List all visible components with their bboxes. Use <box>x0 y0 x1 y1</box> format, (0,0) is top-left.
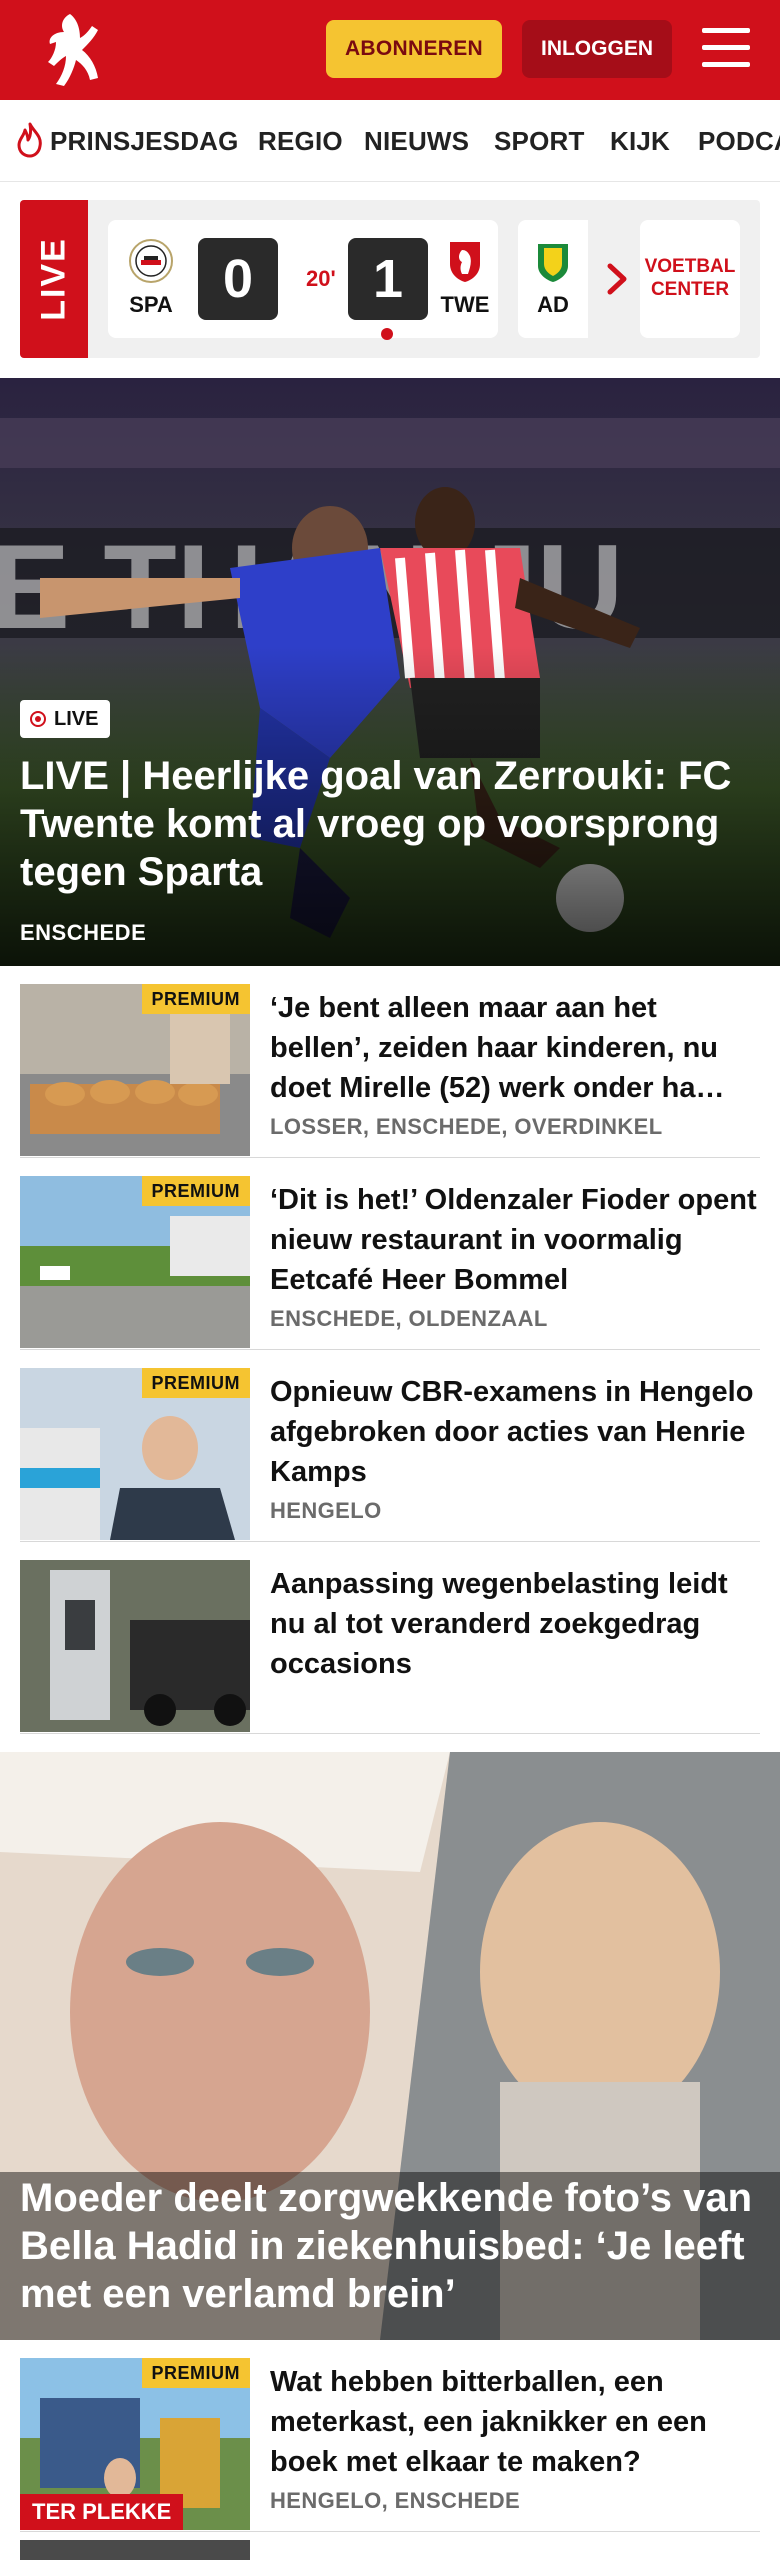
subscribe-button[interactable]: ABONNEREN <box>326 20 502 78</box>
article-thumbnail: PREMIUM <box>20 1368 250 1540</box>
article-title[interactable]: ‘Dit is het!’ Oldenzaler Fioder opent ni… <box>270 1180 760 1300</box>
article-title[interactable]: Aanpassing wegenbelasting leidt nu al to… <box>270 1564 760 1684</box>
article-thumbnail <box>20 1560 250 1732</box>
article-thumbnail: PREMIUM TER PLEKKE <box>20 2358 250 2530</box>
site-header: ABONNEREN INLOGGEN <box>0 0 780 100</box>
ado-crest-icon <box>530 238 576 284</box>
fc-twente-crest-icon <box>442 238 488 284</box>
article-item[interactable]: PREMIUM TER PLEKKE Wat hebben bitterball… <box>20 2340 760 2532</box>
hamburger-menu-icon[interactable] <box>702 28 750 70</box>
home-score: 0 <box>198 238 278 320</box>
match-card[interactable]: SPA 0 20' 1 TWE <box>108 220 500 340</box>
tubantia-horse-logo[interactable] <box>40 10 106 90</box>
article-item[interactable]: PREMIUM Opnieuw CBR-examens in Hengelo a… <box>20 1350 760 1542</box>
live-tab: LIVE <box>20 200 88 358</box>
next-article-thumbnail <box>20 2540 250 2560</box>
live-scores-widget: LIVE SPA 0 20' 1 TWE AD VOETBAL CENTER <box>20 200 760 358</box>
article-item[interactable]: PREMIUM ‘Dit is het!’ Oldenzaler Fioder … <box>20 1158 760 1350</box>
nav-item-kijk[interactable]: KIJK <box>610 126 670 157</box>
article-title[interactable]: Wat hebben bitterballen, een meterkast, … <box>270 2362 760 2482</box>
live-badge: LIVE <box>20 700 111 738</box>
article-title[interactable]: ‘Je bent alleen maar aan het bellen’, ze… <box>270 988 760 1108</box>
away-team: TWE <box>430 220 500 338</box>
section-nav: PRINSJESDAG REGIO NIEUWS SPORT KIJK PODC… <box>0 100 780 182</box>
nav-item-podcast[interactable]: PODCA <box>698 126 780 157</box>
ter-plekke-tag: TER PLEKKE <box>20 2494 184 2530</box>
article-item[interactable]: Aanpassing wegenbelasting leidt nu al to… <box>20 1542 760 1734</box>
match-minute: 20' <box>306 266 336 291</box>
sparta-crest-icon <box>128 238 174 284</box>
chevron-right-icon <box>607 263 627 295</box>
nav-item-regio[interactable]: REGIO <box>258 126 343 157</box>
nav-item-nieuws[interactable]: NIEUWS <box>364 126 469 157</box>
article-item[interactable]: PREMIUM ‘Je bent alleen maar aan het bel… <box>20 966 760 1158</box>
article-title[interactable]: Opnieuw CBR-examens in Hengelo afgebroke… <box>270 1372 760 1492</box>
article-thumbnail: PREMIUM <box>20 1176 250 1348</box>
away-score: 1 <box>348 238 428 320</box>
article-location: HENGELO, ENSCHEDE <box>270 2488 521 2513</box>
nav-item-sport[interactable]: SPORT <box>494 126 585 157</box>
article-location: LOSSER, ENSCHEDE, OVERDINKEL <box>270 1114 663 1139</box>
article-thumbnail: PREMIUM <box>20 984 250 1156</box>
article-location: ENSCHEDE, OLDENZAAL <box>270 1306 548 1331</box>
voetbal-center-link[interactable]: VOETBAL CENTER <box>640 220 740 338</box>
feature-article-title[interactable]: Moeder deelt zorgwekkende foto’s van Bel… <box>20 2174 770 2318</box>
scroll-next-button[interactable] <box>588 220 648 338</box>
premium-badge: PREMIUM <box>141 2358 250 2388</box>
hero-article[interactable]: E THAN JU LIVE LIVE | Heerlijke goal van… <box>0 378 780 966</box>
nav-item-prinsjesdag[interactable]: PRINSJESDAG <box>50 126 239 157</box>
hero-location: ENSCHEDE <box>20 920 147 945</box>
premium-badge: PREMIUM <box>141 1368 250 1398</box>
hero-title[interactable]: LIVE | Heerlijke goal van Zerrouki: FC T… <box>20 752 760 896</box>
login-button[interactable]: INLOGGEN <box>522 20 672 78</box>
live-dot-icon <box>30 711 46 727</box>
home-team: SPA <box>116 220 186 338</box>
feature-article[interactable]: Moeder deelt zorgwekkende foto’s van Bel… <box>0 1752 780 2340</box>
article-location: HENGELO <box>270 1498 382 1523</box>
goal-indicator-dot <box>381 328 393 340</box>
flame-icon <box>16 122 44 158</box>
premium-badge: PREMIUM <box>141 1176 250 1206</box>
premium-badge: PREMIUM <box>141 984 250 1014</box>
match-card-next[interactable]: AD <box>518 220 588 338</box>
